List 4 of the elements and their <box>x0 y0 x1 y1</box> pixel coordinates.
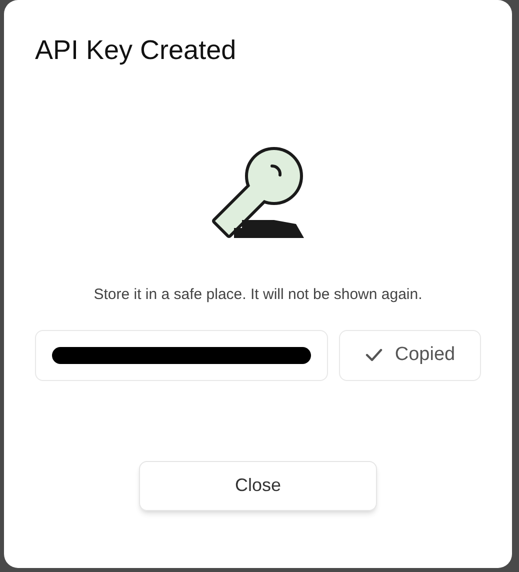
dialog-title: API Key Created <box>35 35 236 65</box>
copy-button[interactable]: Copied <box>339 330 481 380</box>
close-button[interactable]: Close <box>139 460 377 510</box>
message-text: Store it in a safe place. It will not be shown again. <box>94 285 422 305</box>
